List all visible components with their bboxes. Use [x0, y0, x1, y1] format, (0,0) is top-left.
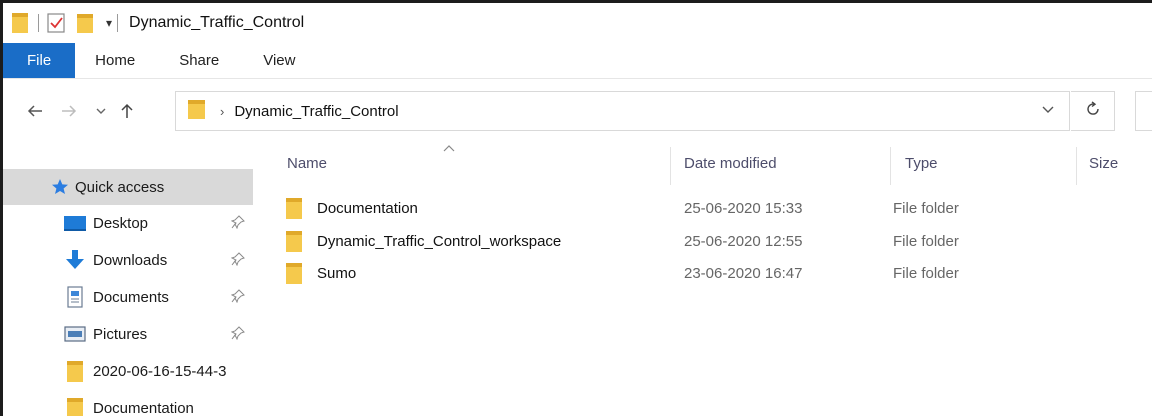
- sidebar-item-label: Pictures: [93, 325, 148, 343]
- column-divider[interactable]: [1076, 147, 1077, 185]
- folder-icon: [283, 262, 305, 290]
- sidebar-item-downloads[interactable]: Downloads: [3, 242, 253, 278]
- breadcrumb-chevron-icon[interactable]: ›: [220, 104, 224, 119]
- file-date-modified: 23-06-2020 16:47: [684, 264, 803, 282]
- navigation-pane: Quick access Desktop Downloads Documents…: [3, 145, 258, 416]
- forward-arrow-icon[interactable]: [55, 97, 83, 125]
- title-separator: [38, 14, 39, 32]
- column-divider[interactable]: [890, 147, 891, 185]
- file-explorer-window: ▾ Dynamic_Traffic_Control File Home Shar…: [0, 0, 1152, 416]
- refresh-button[interactable]: [1071, 91, 1115, 131]
- pin-icon[interactable]: [230, 215, 245, 233]
- tab-home[interactable]: Home: [75, 43, 157, 78]
- sidebar-item-label: Documentation: [93, 399, 194, 416]
- file-type: File folder: [893, 264, 959, 282]
- window-title: Dynamic_Traffic_Control: [129, 14, 305, 31]
- tab-file[interactable]: File: [3, 43, 76, 78]
- folder-icon: [283, 197, 305, 225]
- star-icon: [51, 175, 69, 199]
- navigation-row: › Dynamic_Traffic_Control: [3, 79, 1152, 145]
- sidebar-item-label: Documents: [93, 288, 169, 306]
- back-arrow-icon[interactable]: [21, 97, 49, 125]
- file-list: Name Date modified Type Size Documentati…: [263, 145, 1152, 416]
- pin-icon[interactable]: [230, 326, 245, 344]
- pictures-icon: [63, 322, 87, 346]
- folder-icon: [186, 97, 208, 125]
- sidebar-item-label: Quick access: [75, 178, 165, 196]
- table-row[interactable]: Sumo 23-06-2020 16:47 File folder: [283, 257, 1143, 289]
- file-date-modified: 25-06-2020 12:55: [684, 232, 803, 250]
- address-bar[interactable]: › Dynamic_Traffic_Control: [175, 91, 1070, 131]
- column-header-name[interactable]: Name: [287, 145, 327, 181]
- pin-icon[interactable]: [230, 289, 245, 307]
- file-date-modified: 25-06-2020 15:33: [684, 199, 803, 217]
- table-row[interactable]: Documentation 25-06-2020 15:33 File fold…: [283, 192, 1143, 224]
- sidebar-item-documents[interactable]: Documents: [3, 279, 253, 315]
- folder-icon: [283, 230, 305, 258]
- tab-view[interactable]: View: [241, 43, 317, 78]
- column-divider[interactable]: [670, 147, 671, 185]
- tab-share[interactable]: Share: [157, 43, 241, 78]
- file-name[interactable]: Dynamic_Traffic_Control_workspace: [317, 233, 561, 250]
- file-type: File folder: [893, 232, 959, 250]
- file-type: File folder: [893, 199, 959, 217]
- file-name[interactable]: Documentation: [317, 200, 418, 217]
- column-header-date-modified[interactable]: Date modified: [684, 145, 777, 181]
- pin-icon[interactable]: [230, 252, 245, 270]
- address-dropdown-icon[interactable]: [1041, 102, 1055, 120]
- title-separator: [117, 14, 119, 32]
- folder-icon: [63, 359, 87, 383]
- documents-icon: [63, 285, 87, 309]
- properties-checkmark-icon[interactable]: [46, 11, 68, 35]
- column-header-size[interactable]: Size: [1089, 145, 1118, 181]
- recent-locations-chevron-icon[interactable]: [87, 97, 115, 125]
- sidebar-item-pictures[interactable]: Pictures: [3, 316, 253, 352]
- search-input[interactable]: [1135, 91, 1152, 131]
- folder-icon: [11, 11, 31, 35]
- sidebar-item-label: 2020-06-16-15-44-3: [93, 362, 227, 380]
- sidebar-item-label: Desktop: [93, 214, 149, 232]
- folder-icon: [63, 396, 87, 416]
- refresh-icon: [1085, 101, 1101, 121]
- sidebar-item-desktop[interactable]: Desktop: [3, 205, 253, 241]
- customize-quick-access-icon[interactable]: ▾: [106, 16, 112, 30]
- sidebar-item-label: Downloads: [93, 251, 168, 269]
- up-arrow-icon[interactable]: [113, 97, 141, 125]
- new-folder-icon[interactable]: [74, 11, 96, 35]
- desktop-icon: [63, 211, 87, 235]
- breadcrumb-item[interactable]: Dynamic_Traffic_Control: [234, 103, 398, 120]
- ribbon-tabs: File Home Share View: [3, 43, 1152, 79]
- file-name[interactable]: Sumo: [317, 265, 356, 282]
- table-row[interactable]: Dynamic_Traffic_Control_workspace 25-06-…: [283, 225, 1143, 257]
- sidebar-item-documentation[interactable]: Documentation: [3, 390, 253, 416]
- sort-ascending-icon: [443, 143, 455, 155]
- title-bar: ▾ Dynamic_Traffic_Control: [3, 3, 1152, 43]
- sidebar-item-folder[interactable]: 2020-06-16-15-44-3: [3, 353, 253, 389]
- sidebar-item-quick-access[interactable]: Quick access: [3, 169, 253, 205]
- column-header-type[interactable]: Type: [905, 145, 938, 181]
- download-icon: [63, 248, 87, 272]
